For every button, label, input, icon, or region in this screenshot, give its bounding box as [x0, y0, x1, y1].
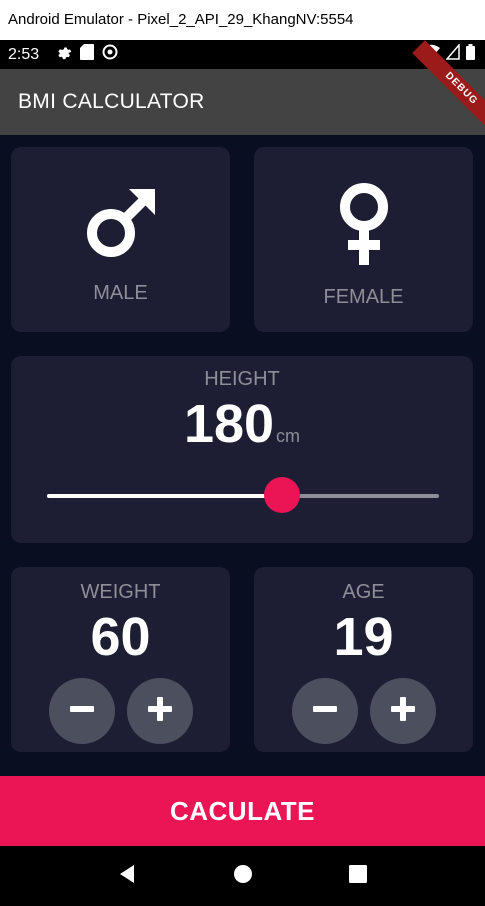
male-card[interactable]: MALE	[11, 147, 230, 332]
height-slider-fill	[47, 494, 283, 498]
female-label: FEMALE	[323, 286, 404, 308]
age-increment-button[interactable]	[369, 678, 436, 744]
home-icon[interactable]	[233, 864, 253, 889]
recents-icon[interactable]	[348, 864, 368, 889]
weight-card: WEIGHT 60	[11, 567, 230, 752]
calculate-button[interactable]: CACULATE	[0, 776, 485, 846]
male-label: MALE	[93, 282, 148, 304]
male-icon	[81, 183, 161, 268]
height-slider-thumb[interactable]	[264, 477, 301, 513]
weight-increment-button[interactable]	[126, 678, 193, 744]
battery-icon	[466, 44, 475, 65]
age-decrement-button[interactable]	[291, 678, 358, 744]
height-value: 180	[183, 394, 275, 454]
main-content: MALE FEMALE HEIGHT 180 cm WEIGHT 60 AGE …	[0, 135, 485, 776]
sd-card-icon	[80, 44, 94, 65]
weight-decrement-button[interactable]	[48, 678, 115, 744]
window-title: Android Emulator - Pixel_2_API_29_KhangN…	[0, 0, 485, 40]
height-label: HEIGHT	[204, 368, 280, 390]
sync-icon	[102, 44, 118, 65]
age-card: AGE 19	[254, 567, 473, 752]
plus-icon	[147, 696, 173, 727]
height-unit: cm	[276, 426, 301, 446]
plus-icon	[390, 696, 416, 727]
height-slider[interactable]	[47, 477, 439, 513]
female-icon	[324, 183, 404, 272]
height-value-row: 180 cm	[11, 393, 473, 455]
signal-icon	[445, 42, 460, 65]
age-value: 19	[333, 607, 394, 667]
age-label: AGE	[342, 581, 385, 603]
status-bar: 2:53	[0, 40, 485, 69]
weight-label: WEIGHT	[80, 581, 161, 603]
settings-icon	[56, 44, 72, 65]
app-title: BMI CALCULATOR	[18, 90, 205, 113]
minus-icon	[312, 696, 338, 727]
minus-icon	[69, 696, 95, 727]
weight-value: 60	[90, 607, 151, 667]
app-bar: BMI CALCULATOR	[0, 69, 485, 135]
female-card[interactable]: FEMALE	[254, 147, 473, 332]
calculate-label: CACULATE	[169, 795, 316, 826]
back-icon[interactable]	[118, 864, 138, 889]
height-card: HEIGHT 180 cm	[11, 356, 473, 543]
android-nav-bar	[0, 846, 485, 906]
status-time: 2:53	[8, 45, 40, 63]
